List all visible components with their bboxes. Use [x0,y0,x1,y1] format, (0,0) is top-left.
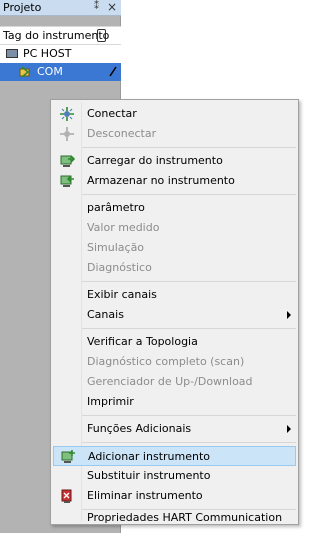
menu-item-label: Simulação [87,241,145,254]
menu-item-label: Substituir instrumento [87,469,211,482]
connect-icon [60,107,74,121]
menu-separator [82,328,296,329]
menu-item-label: Gerenciador de Up-/Download [87,375,253,388]
context-menu: Conectar Desconectar Carregar do instrum… [50,99,299,525]
menu-item-verificar-topologia[interactable]: Verificar a Topologia [53,332,296,352]
menu-item-label: parâmetro [87,201,145,214]
tree-item-label: PC HOST [23,47,72,60]
panel-title-bar: Projeto ⁑ × [0,0,121,16]
column-options-icon[interactable] [97,29,106,42]
menu-item-label: Diagnóstico completo (scan) [87,355,245,368]
menu-item-label: Exibir canais [87,288,157,301]
menu-item-canais[interactable]: Canais [53,305,296,325]
menu-item-diagnostico-completo[interactable]: Diagnóstico completo (scan) [53,352,296,372]
menu-item-label: Verificar a Topologia [87,335,198,348]
download-to-device-icon [60,175,74,187]
menu-item-label: Canais [87,308,124,321]
menu-item-label: Conectar [87,107,137,120]
menu-item-desconectar[interactable]: Desconectar [53,124,296,144]
column-header-instrument-tag[interactable]: Tag do instrumento [0,26,121,45]
menu-item-funcoes-adicionais[interactable]: Funções Adicionais [53,419,296,439]
menu-item-substituir-instrumento[interactable]: Substituir instrumento [53,466,296,486]
menu-item-diagnostico[interactable]: Diagnóstico [53,258,296,278]
menu-item-label: Eliminar instrumento [87,489,203,502]
menu-item-label: Valor medido [87,221,160,234]
menu-item-gerenciador[interactable]: Gerenciador de Up-/Download [53,372,296,392]
tree-item-label: COM [37,65,63,78]
com-port-icon [19,66,30,78]
menu-item-carregar[interactable]: Carregar do instrumento [53,151,296,171]
disconnect-icon [60,127,74,141]
menu-separator [82,442,296,443]
menu-item-exibir-canais[interactable]: Exibir canais [53,285,296,305]
menu-item-label: Funções Adicionais [87,422,192,435]
edit-icon[interactable] [108,65,118,78]
menu-item-imprimir[interactable]: Imprimir [53,392,296,412]
menu-item-valor-medido[interactable]: Valor medido [53,218,296,238]
menu-item-label: Desconectar [87,127,157,140]
tree-item-com[interactable]: COM [0,63,121,81]
menu-separator [82,147,296,148]
menu-item-label: Adicionar instrumento [88,450,210,463]
panel-title: Projeto [3,1,42,14]
menu-separator [82,194,296,195]
menu-item-adicionar-instrumento[interactable]: Adicionar instrumento [53,446,296,466]
app-root: Projeto ⁑ × Tag do instrumento PC HOST C… [0,0,299,533]
tree-item-pc-host[interactable]: PC HOST [0,45,121,63]
menu-separator [82,281,296,282]
menu-item-label: Carregar do instrumento [87,154,223,167]
close-icon[interactable]: × [107,0,117,14]
menu-item-label: Imprimir [87,395,134,408]
computer-icon [6,49,18,58]
upload-from-device-icon [60,155,75,167]
menu-item-armazenar[interactable]: Armazenar no instrumento [53,171,296,191]
submenu-arrow-icon [287,425,291,433]
column-header-label: Tag do instrumento [3,29,110,42]
menu-item-parametro[interactable]: parâmetro [53,198,296,218]
menu-item-simulacao[interactable]: Simulação [53,238,296,258]
menu-item-conectar[interactable]: Conectar [53,104,296,124]
menu-item-label: Diagnóstico [87,261,152,274]
menu-item-label: Propriedades HART Communication [87,511,283,524]
menu-separator [82,415,296,416]
submenu-arrow-icon [287,311,291,319]
menu-item-label: Armazenar no instrumento [87,174,235,187]
add-device-icon [61,450,75,463]
menu-item-propriedades[interactable]: Propriedades HART Communication [53,502,296,524]
pin-icon[interactable]: ⁑ [94,1,99,12]
